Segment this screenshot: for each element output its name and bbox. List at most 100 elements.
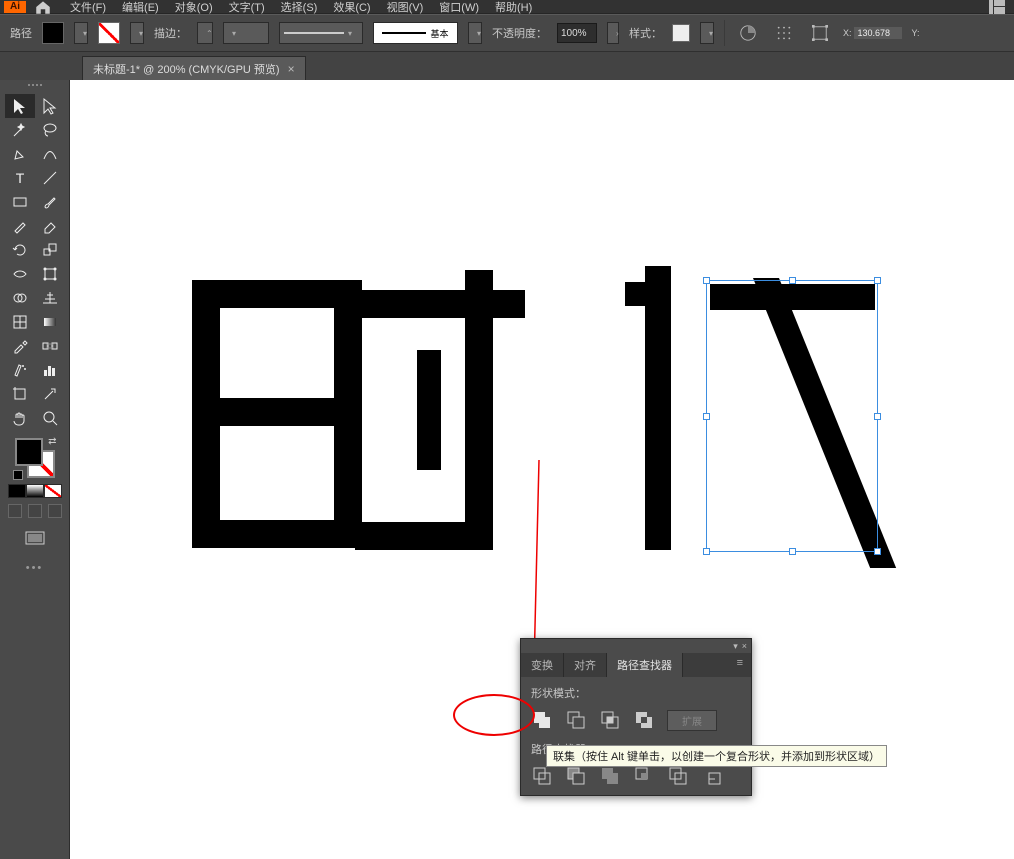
graphic-style-swatch[interactable]	[672, 24, 690, 42]
selection-tool[interactable]	[5, 94, 35, 118]
resize-handle-tl[interactable]	[703, 277, 710, 284]
paintbrush-tool[interactable]	[35, 190, 65, 214]
tab-transform[interactable]: 变换	[521, 653, 564, 677]
edit-toolbar-icon[interactable]: •••	[26, 562, 44, 574]
scale-tool[interactable]	[35, 238, 65, 262]
tab-align[interactable]: 对齐	[564, 653, 607, 677]
menu-view[interactable]: 视图(V)	[379, 0, 432, 15]
toolbox-grip[interactable]	[17, 84, 53, 90]
color-mode-solid[interactable]	[8, 484, 26, 498]
free-transform-tool[interactable]	[35, 262, 65, 286]
menu-effect[interactable]: 效果(C)	[325, 0, 378, 15]
draw-normal-icon[interactable]	[8, 504, 22, 518]
trim-button[interactable]	[565, 765, 587, 787]
fill-swatch[interactable]	[42, 22, 64, 44]
width-tool[interactable]	[5, 262, 35, 286]
resize-handle-bl[interactable]	[703, 548, 710, 555]
blend-tool[interactable]	[35, 334, 65, 358]
zoom-tool[interactable]	[35, 406, 65, 430]
panel-close-icon[interactable]: ×	[742, 641, 747, 651]
menu-help[interactable]: 帮助(H)	[487, 0, 540, 15]
fill-stroke-indicator[interactable]: ⇄	[13, 436, 57, 480]
recolor-icon[interactable]	[735, 20, 761, 46]
brush-dropdown[interactable]: ▾	[468, 22, 482, 44]
resize-handle-br[interactable]	[874, 548, 881, 555]
close-tab-button[interactable]: ×	[288, 62, 295, 76]
canvas[interactable]: ▾ × 变换 对齐 路径查找器 ≡ 形状模式： 扩展 路径查找器：	[70, 80, 1014, 859]
screen-mode-icon[interactable]	[22, 526, 48, 552]
stroke-swatch-dropdown[interactable]: ▾	[130, 22, 144, 44]
eraser-tool[interactable]	[35, 214, 65, 238]
default-fill-stroke-icon[interactable]	[13, 470, 23, 480]
fill-indicator[interactable]	[15, 438, 43, 466]
merge-button[interactable]	[599, 765, 621, 787]
divide-button[interactable]	[531, 765, 553, 787]
symbol-sprayer-tool[interactable]	[5, 358, 35, 382]
resize-handle-tm[interactable]	[789, 277, 796, 284]
outline-button[interactable]	[667, 765, 689, 787]
intersect-button[interactable]	[599, 709, 621, 731]
artboard-tool[interactable]	[5, 382, 35, 406]
panel-collapse-icon[interactable]: ▾	[733, 641, 738, 652]
color-mode-gradient[interactable]	[26, 484, 44, 498]
draw-inside-icon[interactable]	[48, 504, 62, 518]
resize-handle-ml[interactable]	[703, 413, 710, 420]
rotate-tool[interactable]	[5, 238, 35, 262]
menu-edit[interactable]: 编辑(E)	[114, 0, 167, 15]
rectangle-tool[interactable]	[5, 190, 35, 214]
resize-handle-tr[interactable]	[874, 277, 881, 284]
line-tool[interactable]	[35, 166, 65, 190]
magic-wand-tool[interactable]	[5, 118, 35, 142]
unite-button[interactable]	[531, 709, 553, 731]
pen-tool[interactable]	[5, 142, 35, 166]
menu-object[interactable]: 对象(O)	[167, 0, 221, 15]
resize-handle-bm[interactable]	[789, 548, 796, 555]
resize-handle-mr[interactable]	[874, 413, 881, 420]
style-dropdown[interactable]: ▾	[700, 22, 714, 44]
tab-pathfinder[interactable]: 路径查找器	[607, 653, 683, 677]
curvature-tool[interactable]	[35, 142, 65, 166]
gradient-tool[interactable]	[35, 310, 65, 334]
exclude-button[interactable]	[633, 709, 655, 731]
eyedropper-tool[interactable]	[5, 334, 35, 358]
slice-tool[interactable]	[35, 382, 65, 406]
column-graph-tool[interactable]	[35, 358, 65, 382]
stroke-weight-dropdown[interactable]: ⌃	[197, 22, 213, 44]
type-tool[interactable]: T	[5, 166, 35, 190]
stroke-weight-value[interactable]: ▾	[223, 22, 269, 44]
panel-menu-icon[interactable]: ≡	[729, 653, 751, 677]
opacity-input[interactable]	[557, 23, 597, 43]
lasso-tool[interactable]	[35, 118, 65, 142]
direct-selection-tool[interactable]	[35, 94, 65, 118]
shape-builder-tool[interactable]	[5, 286, 35, 310]
selection-bounding-box[interactable]	[706, 280, 878, 552]
shaper-tool[interactable]	[5, 214, 35, 238]
hand-tool[interactable]	[5, 406, 35, 430]
mesh-tool[interactable]	[5, 310, 35, 334]
opacity-dropdown[interactable]: ›	[607, 22, 619, 44]
draw-behind-icon[interactable]	[28, 504, 42, 518]
menu-window[interactable]: 窗口(W)	[431, 0, 487, 15]
layout-icon[interactable]	[984, 0, 1010, 20]
minus-front-button[interactable]	[565, 709, 587, 731]
crop-button[interactable]	[633, 765, 655, 787]
document-tab[interactable]: 未标题-1* @ 200% (CMYK/GPU 预览) ×	[82, 56, 306, 80]
align-icon[interactable]	[771, 20, 797, 46]
brush-preview[interactable]: 基本	[373, 22, 458, 44]
menu-file[interactable]: 文件(F)	[62, 0, 114, 15]
app-logo: Ai	[4, 1, 26, 13]
menu-select[interactable]: 选择(S)	[273, 0, 326, 15]
panel-header[interactable]: ▾ ×	[521, 639, 751, 653]
stroke-profile-dropdown[interactable]: ▾	[279, 22, 363, 44]
color-mode-none[interactable]	[44, 484, 62, 498]
swap-fill-stroke-icon[interactable]: ⇄	[48, 436, 56, 447]
transform-icon[interactable]	[807, 20, 833, 46]
menu-type[interactable]: 文字(T)	[221, 0, 273, 15]
perspective-grid-tool[interactable]	[35, 286, 65, 310]
stroke-swatch[interactable]	[98, 22, 120, 44]
minus-back-button[interactable]	[701, 765, 723, 787]
stroke-label: 描边：	[154, 25, 187, 41]
home-icon[interactable]	[34, 1, 52, 13]
expand-button[interactable]: 扩展	[667, 710, 717, 731]
fill-dropdown[interactable]: ▾	[74, 22, 88, 44]
